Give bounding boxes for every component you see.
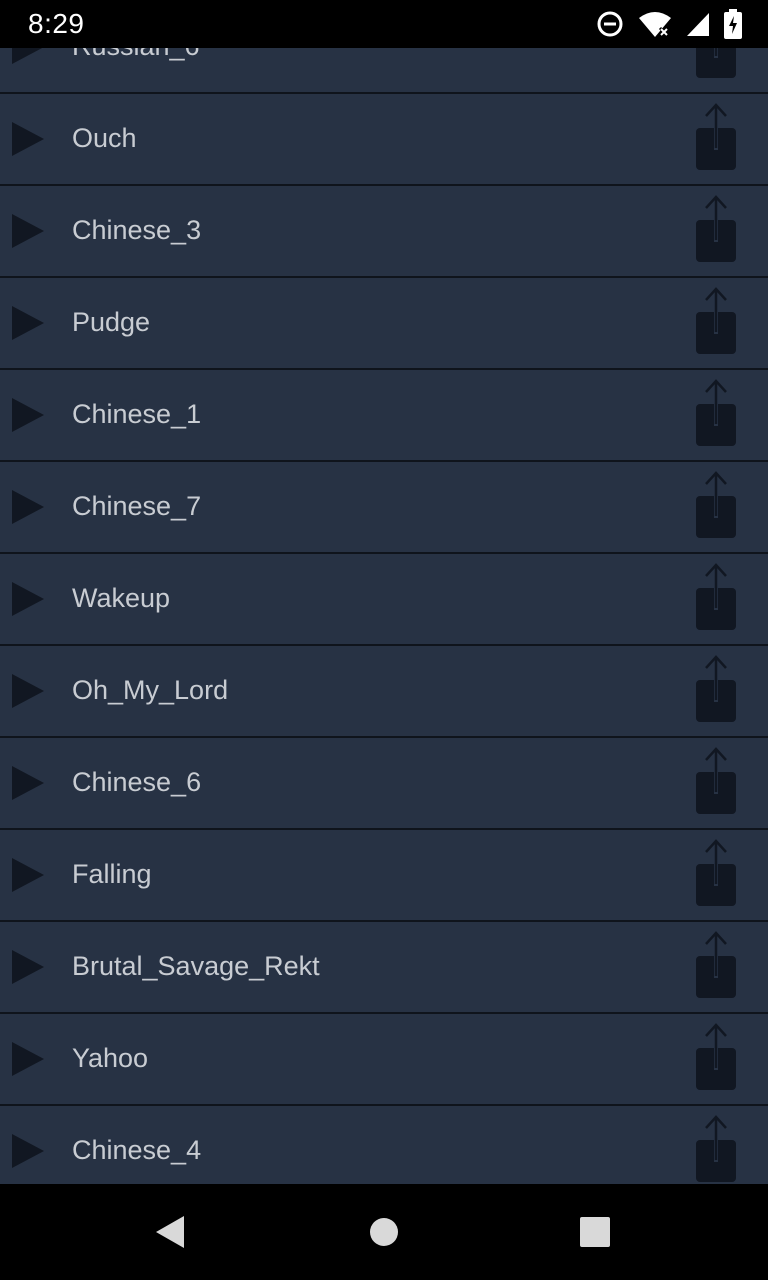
play-icon[interactable] xyxy=(12,306,44,340)
status-icons xyxy=(596,8,742,40)
home-button[interactable] xyxy=(336,1184,432,1280)
play-icon[interactable] xyxy=(12,398,44,432)
share-icon[interactable] xyxy=(690,102,742,174)
sound-label: Chinese_3 xyxy=(72,215,202,245)
share-icon[interactable] xyxy=(690,930,742,1002)
sound-label: Chinese_7 xyxy=(72,491,202,521)
signal-icon xyxy=(686,10,710,38)
play-icon[interactable] xyxy=(12,674,44,708)
share-icon[interactable] xyxy=(690,746,742,818)
list-item[interactable]: Brutal_Savage_Rekt xyxy=(0,922,768,1014)
status-time: 8:29 xyxy=(28,8,85,39)
sound-label: Falling xyxy=(72,859,152,889)
list-item[interactable]: Chinese_4 xyxy=(0,1106,768,1184)
share-icon[interactable] xyxy=(690,1022,742,1094)
sound-label: Brutal_Savage_Rekt xyxy=(72,951,320,981)
back-icon xyxy=(156,1216,184,1248)
sound-label: Ouch xyxy=(72,123,137,153)
sound-label: Yahoo xyxy=(72,1043,149,1073)
play-icon[interactable] xyxy=(12,858,44,892)
play-icon[interactable] xyxy=(12,214,44,248)
list-item[interactable]: Wakeup xyxy=(0,554,768,646)
list-item[interactable]: Yahoo xyxy=(0,1014,768,1106)
play-icon[interactable] xyxy=(12,490,44,524)
play-icon[interactable] xyxy=(12,1134,44,1168)
recents-button[interactable] xyxy=(547,1184,643,1280)
sound-label: Oh_My_Lord xyxy=(72,675,229,705)
share-icon[interactable] xyxy=(690,378,742,450)
share-icon[interactable] xyxy=(690,286,742,358)
list-item[interactable]: Ouch xyxy=(0,94,768,186)
sound-list[interactable]: Russian_6 Ouch Chinese_3 Pudge Chinese_1 Chin… xyxy=(0,48,768,1184)
sound-label: Pudge xyxy=(72,307,151,337)
list-item[interactable]: Russian_6 xyxy=(0,48,768,94)
play-icon[interactable] xyxy=(12,582,44,616)
play-icon[interactable] xyxy=(12,950,44,984)
navigation-bar xyxy=(0,1184,768,1280)
list-item[interactable]: Chinese_6 xyxy=(0,738,768,830)
play-icon[interactable] xyxy=(12,48,44,64)
recents-icon xyxy=(580,1217,610,1247)
share-icon[interactable] xyxy=(690,838,742,910)
list-item[interactable]: Falling xyxy=(0,830,768,922)
sound-label: Chinese_6 xyxy=(72,767,202,797)
share-icon[interactable] xyxy=(690,194,742,266)
sound-label: Russian_6 xyxy=(72,48,200,62)
share-icon[interactable] xyxy=(690,1114,742,1184)
share-icon[interactable] xyxy=(690,562,742,634)
wifi-icon xyxy=(638,10,672,38)
list-item[interactable]: Chinese_7 xyxy=(0,462,768,554)
home-icon xyxy=(370,1218,398,1246)
battery-charging-icon xyxy=(724,9,742,39)
back-button[interactable] xyxy=(122,1184,218,1280)
play-icon[interactable] xyxy=(12,1042,44,1076)
sound-label: Chinese_1 xyxy=(72,399,202,429)
share-icon[interactable] xyxy=(690,470,742,542)
status-bar: 8:29 xyxy=(0,0,768,48)
sound-label: Chinese_4 xyxy=(72,1135,202,1165)
list-item[interactable]: Pudge xyxy=(0,278,768,370)
list-item[interactable]: Chinese_3 xyxy=(0,186,768,278)
do-not-disturb-icon xyxy=(596,10,624,38)
play-icon[interactable] xyxy=(12,122,44,156)
play-icon[interactable] xyxy=(12,766,44,800)
sound-label: Wakeup xyxy=(72,583,171,613)
list-item[interactable]: Oh_My_Lord xyxy=(0,646,768,738)
sound-list-items: Russian_6 Ouch Chinese_3 Pudge Chinese_1 Chin… xyxy=(0,48,768,1184)
share-icon[interactable] xyxy=(690,654,742,726)
list-item[interactable]: Chinese_1 xyxy=(0,370,768,462)
share-icon[interactable] xyxy=(690,48,742,82)
